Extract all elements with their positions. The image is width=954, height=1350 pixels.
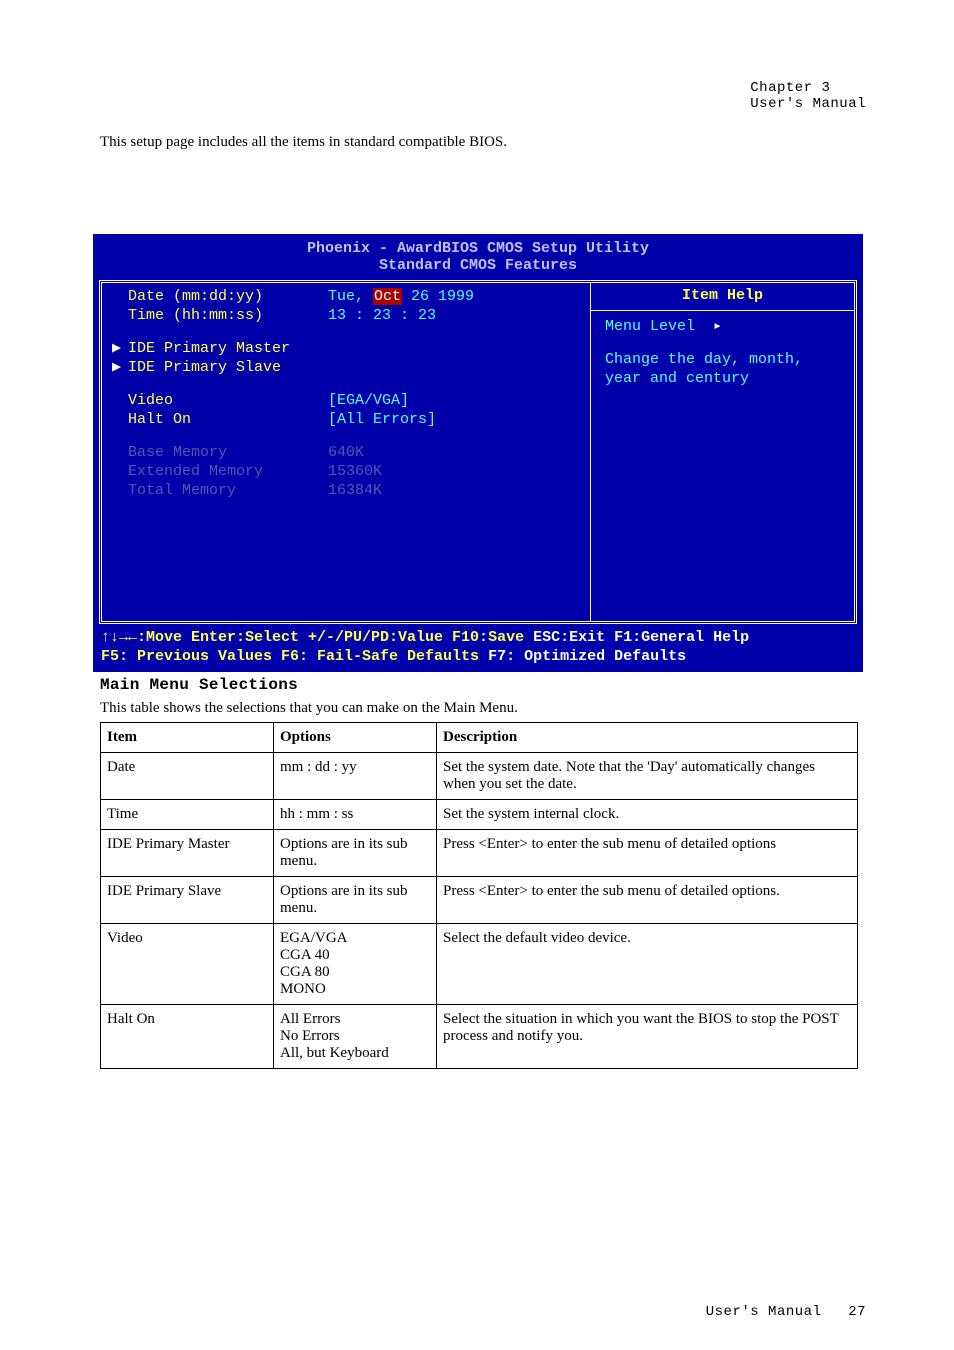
table-row: IDE Primary MasterOptions are in its sub… xyxy=(101,830,858,877)
triangle-icon: ▸ xyxy=(713,318,722,335)
extended-memory-value: 15360K xyxy=(328,462,590,481)
chapter-label: Chapter 3 xyxy=(750,80,866,96)
intro-paragraph: This setup page includes all the items i… xyxy=(100,130,866,154)
total-memory-value: 16384K xyxy=(328,481,590,500)
total-memory-label: Total Memory xyxy=(128,481,328,500)
ide-primary-slave[interactable]: IDE Primary Slave xyxy=(128,358,328,377)
date-value[interactable]: Tue, Oct 26 1999 xyxy=(328,287,590,306)
table-row: VideoEGA/VGA CGA 40 CGA 80 MONOSelect th… xyxy=(101,924,858,1005)
extended-memory-label: Extended Memory xyxy=(128,462,328,481)
video-label: Video xyxy=(128,391,328,410)
item-help-title: Item Help xyxy=(591,283,854,310)
submenu-arrow-icon: ▶ xyxy=(112,358,128,377)
table-row: Datemm : dd : yySet the system date. Not… xyxy=(101,753,858,800)
halt-on-label: Halt On xyxy=(128,410,328,429)
time-value[interactable]: 13 : 23 : 23 xyxy=(328,306,590,325)
time-label: Time (hh:mm:ss) xyxy=(128,306,328,325)
manual-label: User's Manual xyxy=(706,1304,822,1320)
options-table: Item Options Description Datemm : dd : y… xyxy=(100,722,858,1069)
date-label: Date (mm:dd:yy) xyxy=(128,287,328,306)
section-heading: Main Menu Selections xyxy=(100,676,298,694)
item-help-panel: Item Help Menu Level ▸ Change the day, m… xyxy=(590,283,854,621)
base-memory-label: Base Memory xyxy=(128,443,328,462)
table-row: Halt OnAll Errors No Errors All, but Key… xyxy=(101,1005,858,1069)
table-row: IDE Primary SlaveOptions are in its sub … xyxy=(101,877,858,924)
help-text: Change the day, month, year and century xyxy=(605,350,840,388)
page-header: Chapter 3 User's Manual xyxy=(750,80,866,112)
table-intro: This table shows the selections that you… xyxy=(100,700,518,717)
manual-label: User's Manual xyxy=(750,96,866,112)
base-memory-value: 640K xyxy=(328,443,590,462)
bios-title: Phoenix - AwardBIOS CMOS Setup Utility S… xyxy=(93,234,863,274)
bios-screenshot: Phoenix - AwardBIOS CMOS Setup Utility S… xyxy=(93,234,863,672)
bios-settings-panel: Date (mm:dd:yy) Tue, Oct 26 1999 Time (h… xyxy=(102,283,590,621)
video-value[interactable]: [EGA/VGA] xyxy=(328,391,590,410)
table-header-row: Item Options Description xyxy=(101,723,858,753)
bios-key-hints: ↑↓→←:Move Enter:Select +/-/PU/PD:Value F… xyxy=(93,624,863,672)
menu-level: Menu Level ▸ xyxy=(605,317,840,336)
page-footer: User's Manual 27 xyxy=(706,1304,866,1320)
table-row: Timehh : mm : ssSet the system internal … xyxy=(101,800,858,830)
page-number: 27 xyxy=(848,1304,866,1320)
ide-primary-master[interactable]: IDE Primary Master xyxy=(128,339,328,358)
halt-on-value[interactable]: [All Errors] xyxy=(328,410,590,429)
submenu-arrow-icon: ▶ xyxy=(112,339,128,358)
